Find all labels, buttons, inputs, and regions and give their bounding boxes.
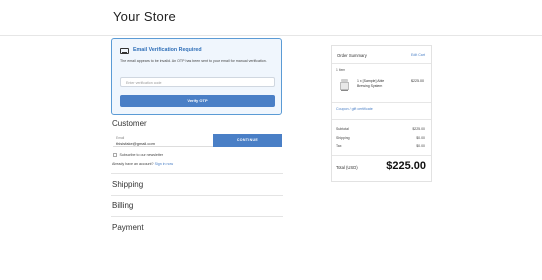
email-label: Email bbox=[116, 136, 125, 140]
summary-divider bbox=[332, 63, 431, 64]
billing-section-title[interactable]: Billing bbox=[112, 201, 133, 210]
continue-button[interactable]: CONTINUE bbox=[213, 134, 282, 147]
order-summary-title: Order Summary bbox=[337, 53, 367, 58]
tax-label: Tax bbox=[336, 144, 342, 148]
subtotal-value: $225.00 bbox=[412, 127, 425, 131]
newsletter-label: Subscribe to our newsletter bbox=[119, 153, 164, 157]
signin-prompt-text: Already have an account? bbox=[112, 162, 154, 166]
verify-otp-button[interactable]: Verify OTP bbox=[120, 95, 275, 107]
coupon-link[interactable]: Coupon / gift certificate bbox=[336, 107, 373, 111]
total-label: Total (USD) bbox=[336, 165, 358, 170]
subtotal-label: Subtotal bbox=[336, 127, 349, 131]
summary-divider bbox=[332, 102, 431, 103]
summary-divider bbox=[332, 155, 431, 156]
shipping-section-title[interactable]: Shipping bbox=[112, 180, 143, 189]
newsletter-checkbox[interactable] bbox=[113, 153, 117, 157]
store-header: Your Store bbox=[0, 0, 542, 36]
verification-title: Email Verification Required bbox=[133, 47, 202, 53]
email-value[interactable]: thisisfake@gmail.com bbox=[116, 141, 155, 146]
edit-cart-link[interactable]: Edit Cart bbox=[411, 53, 425, 57]
item-name: 1 x [Sample] Able Brewing System bbox=[357, 79, 385, 88]
payment-section-title[interactable]: Payment bbox=[112, 223, 144, 232]
product-thumbnail bbox=[340, 79, 349, 91]
items-count: 1 Item bbox=[336, 68, 346, 72]
shipping-label: Shipping bbox=[336, 136, 350, 140]
item-price: $225.00 bbox=[411, 79, 424, 83]
verification-description: The email appears to be invalid. An OTP … bbox=[120, 59, 267, 63]
email-field[interactable]: Email thisisfake@gmail.com bbox=[113, 134, 213, 147]
envelope-icon bbox=[120, 48, 129, 54]
email-verification-panel: Email Verification Required The email ap… bbox=[111, 38, 282, 115]
customer-section-title: Customer bbox=[112, 119, 147, 128]
divider bbox=[111, 173, 283, 174]
signin-link[interactable]: Sign in now bbox=[155, 162, 174, 166]
divider bbox=[111, 195, 283, 196]
total-value: $225.00 bbox=[386, 160, 426, 172]
shipping-value: $0.00 bbox=[416, 136, 425, 140]
store-title[interactable]: Your Store bbox=[113, 9, 176, 24]
divider bbox=[111, 216, 283, 217]
tax-value: $0.00 bbox=[416, 144, 425, 148]
newsletter-option[interactable]: Subscribe to our newsletter bbox=[113, 153, 163, 157]
otp-input[interactable]: Enter verification code bbox=[120, 77, 275, 87]
signin-prompt: Already have an account? Sign in now bbox=[112, 162, 173, 166]
summary-divider bbox=[332, 119, 431, 120]
otp-placeholder: Enter verification code bbox=[126, 81, 162, 85]
